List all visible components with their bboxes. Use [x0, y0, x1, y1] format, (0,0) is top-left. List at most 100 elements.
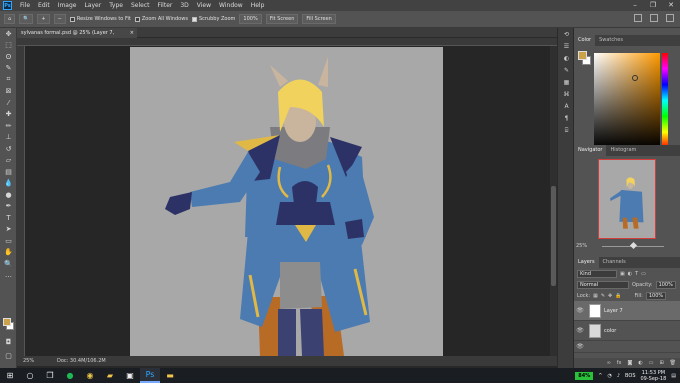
notifications-icon[interactable]: ▤: [671, 373, 676, 379]
tab-layers[interactable]: Layers: [574, 257, 599, 268]
tab-channels[interactable]: Channels: [599, 257, 630, 268]
maximize-icon[interactable]: ❐: [644, 0, 662, 11]
opacity-input[interactable]: 100%: [655, 280, 676, 289]
color-picker-field[interactable]: [594, 53, 660, 148]
menu-3d[interactable]: 3D: [176, 2, 192, 9]
menu-image[interactable]: Image: [54, 2, 81, 9]
layer-name[interactable]: Layer 7: [604, 308, 623, 314]
zoom-100-button[interactable]: 100%: [239, 14, 262, 24]
quick-select-tool-icon[interactable]: ✎: [0, 63, 17, 75]
clone-stamp-tool-icon[interactable]: ⊥: [0, 132, 17, 144]
type-tool-icon[interactable]: T: [0, 212, 17, 224]
history-panel-icon[interactable]: ⟲: [558, 29, 575, 40]
menu-edit[interactable]: Edit: [34, 2, 54, 9]
menu-type[interactable]: Type: [105, 2, 127, 9]
marquee-tool-icon[interactable]: ⬚: [0, 40, 17, 52]
menu-select[interactable]: Select: [127, 2, 154, 9]
brush-settings-icon[interactable]: ✎: [558, 65, 575, 76]
paragraph-panel-icon[interactable]: ¶: [558, 113, 575, 124]
media-player-icon[interactable]: ▣: [120, 368, 140, 383]
hand-tool-icon[interactable]: ✋: [0, 247, 17, 259]
properties-panel-icon[interactable]: ☰: [558, 41, 575, 52]
foreground-color-swatch[interactable]: [3, 318, 11, 326]
menu-window[interactable]: Window: [215, 2, 247, 9]
eraser-tool-icon[interactable]: ▱: [0, 155, 17, 167]
task-view-icon[interactable]: ❐: [40, 368, 60, 383]
zoom-in-icon[interactable]: +: [37, 14, 50, 24]
move-tool-icon[interactable]: ✥: [0, 28, 17, 40]
navigator-zoom-knob[interactable]: [629, 241, 638, 250]
character-panel-icon[interactable]: A: [558, 101, 575, 112]
zoom-level-status[interactable]: 25%: [23, 356, 34, 366]
minimize-icon[interactable]: –: [626, 0, 644, 11]
menu-view[interactable]: View: [193, 2, 215, 9]
glyphs-panel-icon[interactable]: ⌸: [558, 125, 575, 136]
color-panel-foreground-swatch[interactable]: [578, 51, 587, 60]
start-icon[interactable]: ⊞: [0, 368, 20, 383]
file-explorer-icon[interactable]: ▰: [100, 368, 120, 383]
tab-color[interactable]: Color: [574, 35, 596, 46]
filter-adjustment-icon[interactable]: ◐: [628, 271, 632, 277]
add-mask-icon[interactable]: ◙: [627, 360, 632, 366]
menu-layer[interactable]: Layer: [80, 2, 105, 9]
layer-name[interactable]: color: [604, 328, 616, 334]
layer-filter-kind[interactable]: Kind: [577, 269, 617, 278]
close-icon[interactable]: ✕: [662, 0, 680, 11]
lock-move-icon[interactable]: ✥: [608, 293, 612, 299]
blur-tool-icon[interactable]: 💧: [0, 178, 17, 190]
layer-row-color[interactable]: 👁 color: [574, 321, 680, 341]
tab-navigator[interactable]: Navigator: [574, 145, 607, 156]
workspace-icon[interactable]: [650, 14, 658, 22]
link-layers-icon[interactable]: ∞: [607, 360, 611, 366]
scrollbar-thumb[interactable]: [551, 186, 556, 286]
network-icon[interactable]: ◔: [607, 373, 611, 379]
rectangle-tool-icon[interactable]: ▭: [0, 235, 17, 247]
lock-brush-icon[interactable]: ✎: [601, 293, 605, 299]
resize-windows-checkbox[interactable]: Resize Windows to Fit: [69, 16, 131, 22]
frame-tool-icon[interactable]: ⊠: [0, 86, 17, 98]
screen-mode-icon[interactable]: ▢: [0, 350, 17, 362]
menu-help[interactable]: Help: [247, 2, 269, 9]
quick-mask-icon[interactable]: ◘: [0, 336, 17, 348]
zoom-out-icon[interactable]: −: [53, 14, 66, 24]
new-layer-icon[interactable]: ⊞: [659, 360, 663, 366]
lasso-tool-icon[interactable]: ʘ: [0, 51, 17, 63]
lock-pixels-icon[interactable]: ▦: [593, 293, 598, 299]
zoom-all-checkbox[interactable]: Zoom All Windows: [134, 16, 188, 22]
layer-row-layer7[interactable]: 👁 Layer 7: [574, 301, 680, 321]
filter-pixel-icon[interactable]: ▣: [620, 271, 625, 277]
layer-row-partial[interactable]: 👁: [574, 341, 680, 353]
paths-panel-icon[interactable]: ⌘: [558, 89, 575, 100]
zoom-tool-icon[interactable]: 🔍: [0, 258, 17, 270]
search-icon[interactable]: [634, 14, 642, 22]
gradient-tool-icon[interactable]: ▤: [0, 166, 17, 178]
adjustments-panel-icon[interactable]: ◐: [558, 53, 575, 64]
adjustment-layer-icon[interactable]: ◐: [638, 360, 642, 366]
language-indicator[interactable]: BOS: [625, 373, 635, 379]
scrubby-zoom-checkbox[interactable]: Scrubby Zoom: [191, 16, 235, 22]
folder-icon[interactable]: ▬: [160, 368, 180, 383]
fit-screen-button[interactable]: Fit Screen: [265, 14, 299, 24]
volume-icon[interactable]: ♪: [617, 373, 620, 379]
search-icon[interactable]: ○: [20, 368, 40, 383]
hue-slider[interactable]: [662, 53, 668, 148]
new-group-icon[interactable]: ▭: [649, 360, 654, 366]
fill-screen-button[interactable]: Fill Screen: [302, 14, 336, 24]
visibility-eye-icon[interactable]: 👁: [574, 307, 586, 314]
menu-filter[interactable]: Filter: [154, 2, 177, 9]
pen-tool-icon[interactable]: ✒: [0, 201, 17, 213]
vertical-scrollbar[interactable]: [550, 46, 557, 356]
tab-histogram[interactable]: Histogram: [606, 145, 640, 156]
document-canvas[interactable]: [130, 47, 443, 356]
visibility-eye-icon[interactable]: 👁: [574, 327, 586, 334]
crop-tool-icon[interactable]: ⌗: [0, 74, 17, 86]
tab-swatches[interactable]: Swatches: [595, 35, 627, 46]
photoshop-logo-icon[interactable]: Ps: [3, 1, 12, 10]
color-picker-cursor[interactable]: [632, 75, 638, 81]
brush-tool-icon[interactable]: ✏: [0, 120, 17, 132]
fill-input[interactable]: 100%: [645, 291, 667, 300]
tray-up-icon[interactable]: ^: [598, 373, 602, 379]
path-select-tool-icon[interactable]: ➤: [0, 224, 17, 236]
close-tab-icon[interactable]: ×: [130, 28, 134, 38]
dodge-tool-icon[interactable]: ●: [0, 189, 17, 201]
